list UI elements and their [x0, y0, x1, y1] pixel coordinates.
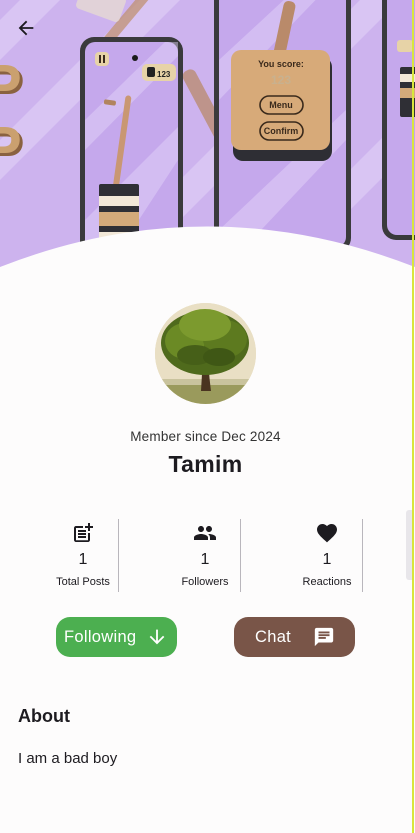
- post-add-icon: [74, 523, 93, 542]
- stat-followers[interactable]: 1 Followers: [144, 519, 266, 592]
- stat-divider: [240, 519, 241, 592]
- stat-count: 1: [78, 551, 88, 568]
- scroll-handle[interactable]: [406, 510, 412, 580]
- chat-button-label: Chat: [255, 627, 292, 646]
- about-heading: About: [18, 706, 70, 726]
- member-since-text: Member since Dec 2024: [130, 429, 281, 444]
- people-icon: [194, 526, 216, 540]
- stat-label: Reactions: [302, 576, 352, 588]
- heart-icon: [317, 524, 337, 543]
- stats-row: 1 Total Posts 1 Followers 1 Reactions: [44, 519, 374, 592]
- profile-screen: P P P P 123 You score: 123 Menu Confirm …: [0, 0, 415, 833]
- tree-avatar-image: [155, 303, 256, 404]
- stat-total-posts[interactable]: 1 Total Posts: [22, 519, 144, 592]
- arrow-back-icon: [18, 20, 34, 36]
- arrow-down-icon: [146, 626, 168, 648]
- chat-button[interactable]: Chat: [234, 617, 355, 657]
- cover-curve: [0, 226, 415, 300]
- profile-name: Tamim: [168, 451, 243, 477]
- stat-label: Followers: [181, 576, 229, 588]
- about-text: I am a bad boy: [18, 750, 118, 767]
- profile-avatar[interactable]: [155, 303, 256, 404]
- back-button[interactable]: [10, 12, 42, 44]
- right-edge-line: [412, 0, 414, 833]
- stat-label: Total Posts: [56, 576, 110, 588]
- stat-count: 1: [322, 551, 332, 568]
- stat-reactions[interactable]: 1 Reactions: [266, 519, 388, 592]
- following-button[interactable]: Following: [56, 617, 177, 657]
- following-button-label: Following: [64, 627, 137, 646]
- stat-divider: [118, 519, 119, 592]
- chat-icon: [313, 626, 335, 648]
- stat-divider: [362, 519, 363, 592]
- stat-count: 1: [200, 551, 210, 568]
- cover-banner: P P P P 123 You score: 123 Menu Confirm: [0, 0, 415, 300]
